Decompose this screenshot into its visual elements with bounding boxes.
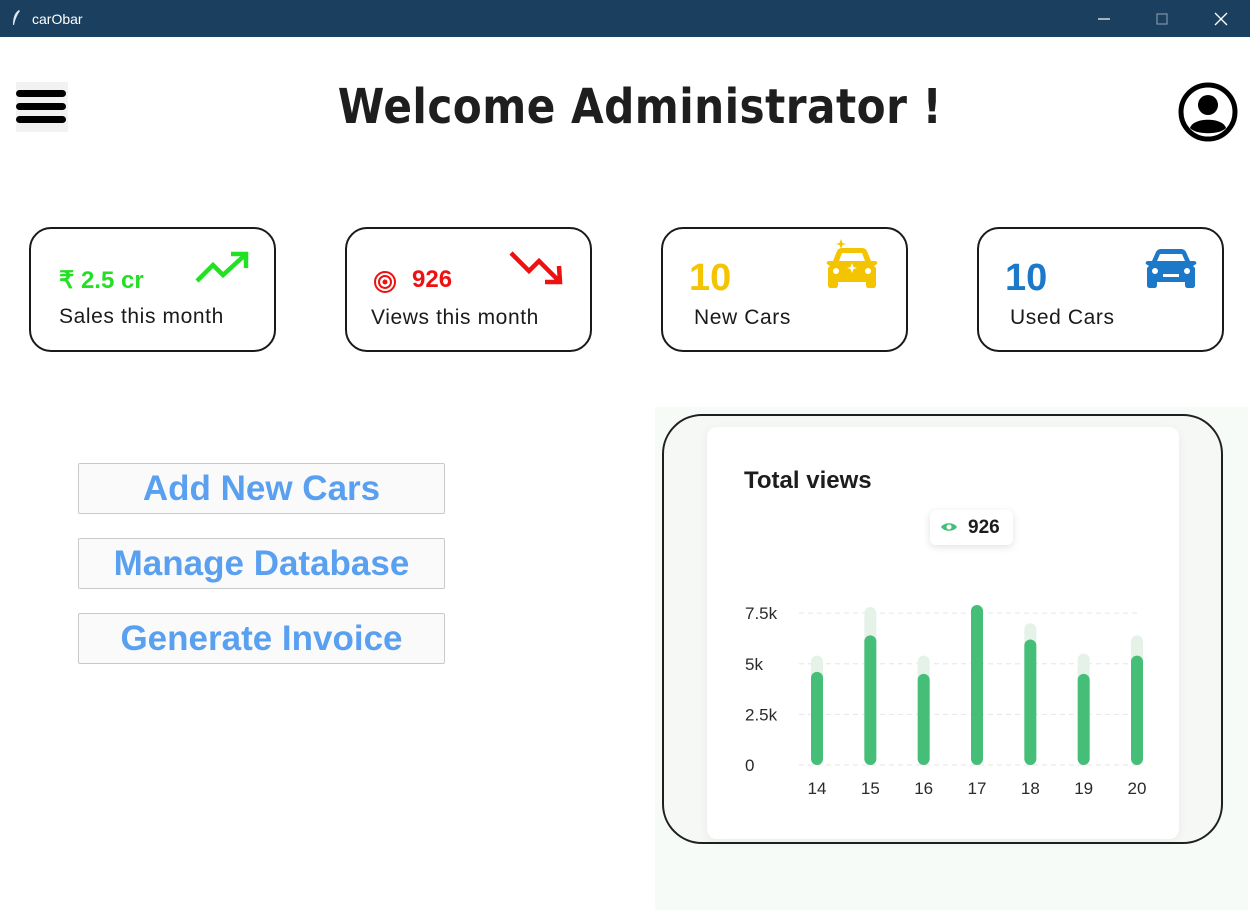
bar-18[interactable]: [1024, 639, 1037, 765]
trend-up-icon: [195, 251, 249, 283]
add-new-cars-button[interactable]: Add New Cars: [78, 463, 445, 514]
page-title: Welcome Administrator !: [337, 79, 943, 135]
y-tick-label: 5k: [745, 655, 763, 674]
maximize-icon: [1156, 12, 1168, 25]
window-title: carObar: [32, 11, 83, 27]
tooltip-value: 926: [968, 517, 1000, 538]
sales-value: ₹ 2.5 cr: [59, 267, 144, 294]
chart-tooltip: 926: [930, 510, 1013, 545]
maximize-button[interactable]: [1133, 0, 1191, 37]
hamburger-icon: [16, 90, 66, 123]
y-tick-label: 7.5k: [745, 604, 778, 623]
chart-title: Total views: [744, 467, 872, 494]
views-card: 926 Views this month: [345, 227, 592, 352]
new-cars-card: 10 New Cars: [661, 227, 908, 352]
used-cars-value: 10: [1005, 257, 1048, 299]
sales-card: ₹ 2.5 cr Sales this month: [29, 227, 276, 352]
user-avatar-icon[interactable]: [1178, 82, 1238, 142]
bar-19[interactable]: [1077, 673, 1090, 765]
bar-16[interactable]: [917, 673, 930, 765]
new-car-icon: [826, 239, 878, 288]
new-cars-value: 10: [689, 257, 732, 299]
bar-17[interactable]: [971, 605, 983, 765]
bar-14[interactable]: [811, 671, 823, 765]
window-titlebar: carObar: [0, 0, 1250, 37]
views-value: 926: [412, 266, 453, 293]
x-tick-label: 14: [808, 779, 827, 798]
y-tick-label: 0: [745, 756, 754, 775]
views-bar-chart: 0 2.5k 5k 7.5k 14 15 16 17 18 19 20: [745, 604, 1147, 798]
views-label: Views this month: [371, 306, 539, 329]
eye-icon: [941, 523, 957, 531]
x-tick-label: 20: [1128, 779, 1147, 798]
close-button[interactable]: [1192, 0, 1250, 37]
x-tick-label: 19: [1074, 779, 1093, 798]
x-tick-label: 18: [1021, 779, 1040, 798]
sales-label: Sales this month: [59, 305, 224, 328]
dashboard-content: Welcome Administrator ! ₹ 2.5 cr Sales t…: [2, 37, 1248, 910]
menu-button[interactable]: [16, 82, 68, 132]
bar-15[interactable]: [864, 635, 877, 765]
target-icon: [374, 271, 396, 293]
feather-app-icon: [13, 10, 20, 25]
bar-20[interactable]: [1131, 655, 1143, 765]
close-icon: [1214, 12, 1228, 25]
used-cars-card: 10 Used Cars: [977, 227, 1224, 352]
car-icon: [1145, 249, 1197, 288]
minimize-button[interactable]: [1075, 0, 1133, 37]
x-tick-label: 16: [914, 779, 933, 798]
x-tick-label: 17: [968, 779, 987, 798]
manage-database-button[interactable]: Manage Database: [78, 538, 445, 589]
generate-invoice-button[interactable]: Generate Invoice: [78, 613, 445, 664]
minimize-icon: [1098, 17, 1110, 20]
new-cars-label: New Cars: [694, 306, 791, 329]
x-tick-label: 15: [861, 779, 880, 798]
y-tick-label: 2.5k: [745, 705, 778, 724]
trend-down-icon: [509, 251, 563, 285]
used-cars-label: Used Cars: [1010, 306, 1115, 329]
